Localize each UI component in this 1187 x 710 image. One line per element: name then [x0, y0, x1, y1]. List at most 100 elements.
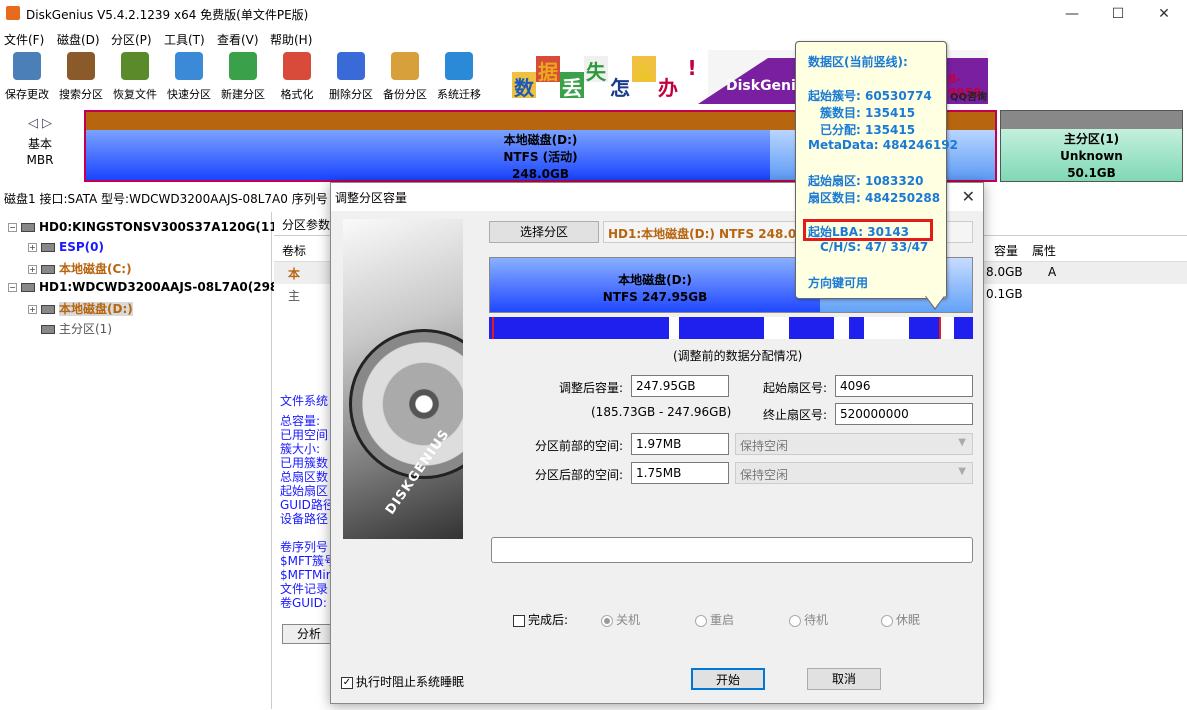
tab-partition-params[interactable]: 分区参数 — [282, 216, 330, 233]
menu-bar: 文件(F) 磁盘(D) 分区(P) 工具(T) 查看(V) 帮助(H) — [0, 28, 1187, 50]
tooltip-chs: C/H/S: 47/ 33/47 — [820, 240, 929, 254]
banner-char: ! — [680, 56, 704, 82]
title-bar: DiskGenius V5.4.2.1239 x64 免费版(单文件PE版) —… — [0, 0, 1187, 28]
size-input[interactable]: 247.95GB — [631, 375, 729, 397]
menu-help[interactable]: 帮助(H) — [270, 31, 312, 48]
radio-restart[interactable]: 重启 — [695, 611, 734, 628]
app-icon — [6, 6, 20, 20]
collapse-icon[interactable]: − — [8, 283, 17, 292]
radio-icon — [881, 614, 893, 627]
col-capacity: 容量 — [994, 244, 1019, 258]
partition-u-size: 50.1GB — [1067, 166, 1116, 180]
data-distribution-map[interactable] — [489, 317, 973, 339]
format-icon — [283, 52, 311, 80]
partition-icon — [41, 305, 55, 314]
tree-node[interactable]: + 本地磁盘(C:) — [28, 260, 132, 277]
banner-brand: DiskGeni — [726, 78, 796, 94]
tooltip-allocated: 已分配: 135415 — [820, 123, 916, 137]
maximize-button[interactable]: ☐ — [1095, 0, 1141, 28]
toolbar-button-1[interactable]: 搜索分区 — [54, 50, 108, 104]
chevron-down-icon: ▼ — [958, 437, 966, 448]
tooltip-hint: 方向键可用 — [808, 276, 869, 290]
start-button[interactable]: 开始 — [691, 668, 765, 690]
tooltip-start-cluster: 起始簇号: 60530774 — [808, 89, 932, 103]
partition-bar-primary[interactable]: 主分区(1) Unknown 50.1GB — [1000, 110, 1183, 182]
chevron-down-icon: ▼ — [958, 466, 966, 477]
radio-icon — [601, 614, 613, 627]
toolbar-button-0[interactable]: 保存更改 — [0, 50, 54, 104]
disk-type-line2: MBR — [26, 153, 54, 167]
row-attr: A — [1048, 265, 1057, 279]
tooltip-tail-fill — [926, 296, 944, 308]
disk-info-line: 磁盘1 接口:SATA 型号:WDCWD3200AAJS-08L7A0 序列号 — [4, 192, 328, 206]
progress-bar — [491, 537, 973, 563]
radio-icon — [789, 614, 801, 627]
toolbar-button-5[interactable]: 格式化 — [270, 50, 324, 104]
radio-standby[interactable]: 待机 — [789, 611, 828, 628]
before-space-input[interactable]: 1.97MB — [631, 433, 729, 455]
row-cap: 0.1GB — [986, 287, 1023, 301]
menu-partition[interactable]: 分区(P) — [111, 31, 152, 48]
radio-shutdown[interactable]: 关机 — [601, 611, 640, 628]
tree-node[interactable]: + ESP(0) — [28, 240, 104, 254]
toolbar-button-4[interactable]: 新建分区 — [216, 50, 270, 104]
end-sector-input[interactable]: 520000000 — [835, 403, 973, 425]
tooltip-title: 数据区(当前竖线): — [808, 55, 908, 69]
checkbox-icon[interactable] — [513, 614, 525, 627]
toolbar-label: 新建分区 — [221, 88, 265, 101]
toolbar-label: 备份分区 — [383, 88, 427, 101]
after-space-select[interactable]: 保持空闲 ▼ — [735, 462, 973, 484]
tree-node[interactable]: − HD1:WDCWD3200AAJS-08L7A0(298G — [8, 280, 288, 294]
tree-node[interactable]: 主分区(1) — [28, 320, 112, 337]
map-caption: (调整前的数据分配情况) — [673, 349, 803, 363]
toolbar-button-8[interactable]: 系统迁移 — [432, 50, 486, 104]
menu-view[interactable]: 查看(V) — [217, 31, 259, 48]
toolbar-button-2[interactable]: 恢复文件 — [108, 50, 162, 104]
before-space-select[interactable]: 保持空闲 ▼ — [735, 433, 973, 455]
prevent-sleep-checkbox[interactable]: ✓ 执行时阻止系统睡眠 — [341, 673, 464, 690]
radio-label: 关机 — [616, 613, 641, 627]
banner-char: 丢 — [560, 72, 584, 100]
minimize-button[interactable]: — — [1049, 0, 1095, 28]
toolbar-button-3[interactable]: 快速分区 — [162, 50, 216, 104]
close-button[interactable]: ✕ — [1141, 0, 1187, 28]
after-space-option: 保持空闲 — [740, 468, 789, 482]
nav-left-icon[interactable]: ◁ — [28, 116, 42, 131]
radio-hibernate[interactable]: 休眠 — [881, 611, 920, 628]
menu-tools[interactable]: 工具(T) — [164, 31, 205, 48]
quick-partition-icon — [175, 52, 203, 80]
after-space-input[interactable]: 1.75MB — [631, 462, 729, 484]
toolbar-label: 恢复文件 — [113, 88, 157, 101]
start-sector-label: 起始扇区号: — [762, 381, 827, 395]
before-space-option: 保持空闲 — [740, 439, 789, 453]
nav-right-icon[interactable]: ▷ — [42, 116, 56, 131]
check-icon[interactable]: ✓ — [341, 676, 353, 689]
after-done-checkbox[interactable]: 完成后: — [513, 611, 568, 628]
expand-icon[interactable]: + — [28, 305, 37, 314]
tree-node[interactable]: + 本地磁盘(D:) — [28, 300, 133, 317]
partition-icon — [41, 243, 55, 252]
start-sector-input[interactable]: 4096 — [835, 375, 973, 397]
col-volume: 卷标 — [282, 244, 307, 258]
tree-node-label: HD0:KINGSTONSV300S37A120G(112G — [39, 220, 296, 234]
expand-icon[interactable]: + — [28, 265, 37, 274]
toolbar-button-6[interactable]: 删除分区 — [324, 50, 378, 104]
tree-node-label: 本地磁盘(D:) — [59, 302, 133, 316]
tree-node[interactable]: − HD0:KINGSTONSV300S37A120G(112G — [8, 220, 296, 234]
preview-name: 本地磁盘(D:) — [618, 273, 692, 287]
radio-label: 休眠 — [896, 613, 921, 627]
disk-nav[interactable]: ◁▷ — [28, 116, 56, 131]
cancel-button[interactable]: 取消 — [807, 668, 881, 690]
toolbar-button-7[interactable]: 备份分区 — [378, 50, 432, 104]
size-range: (185.73GB - 247.96GB) — [591, 405, 732, 419]
menu-file[interactable]: 文件(F) — [4, 31, 44, 48]
menu-disk[interactable]: 磁盘(D) — [57, 31, 100, 48]
select-partition-button[interactable]: 选择分区 — [489, 221, 599, 243]
tree-node-label: 主分区(1) — [59, 322, 112, 336]
collapse-icon[interactable]: − — [8, 223, 17, 232]
expand-icon[interactable]: + — [28, 243, 37, 252]
size-label: 调整后容量: — [558, 381, 623, 395]
analyze-button[interactable]: 分析 — [282, 624, 336, 644]
tree-node-label: ESP(0) — [59, 240, 104, 254]
dialog-close-button[interactable]: ✕ — [962, 187, 975, 206]
